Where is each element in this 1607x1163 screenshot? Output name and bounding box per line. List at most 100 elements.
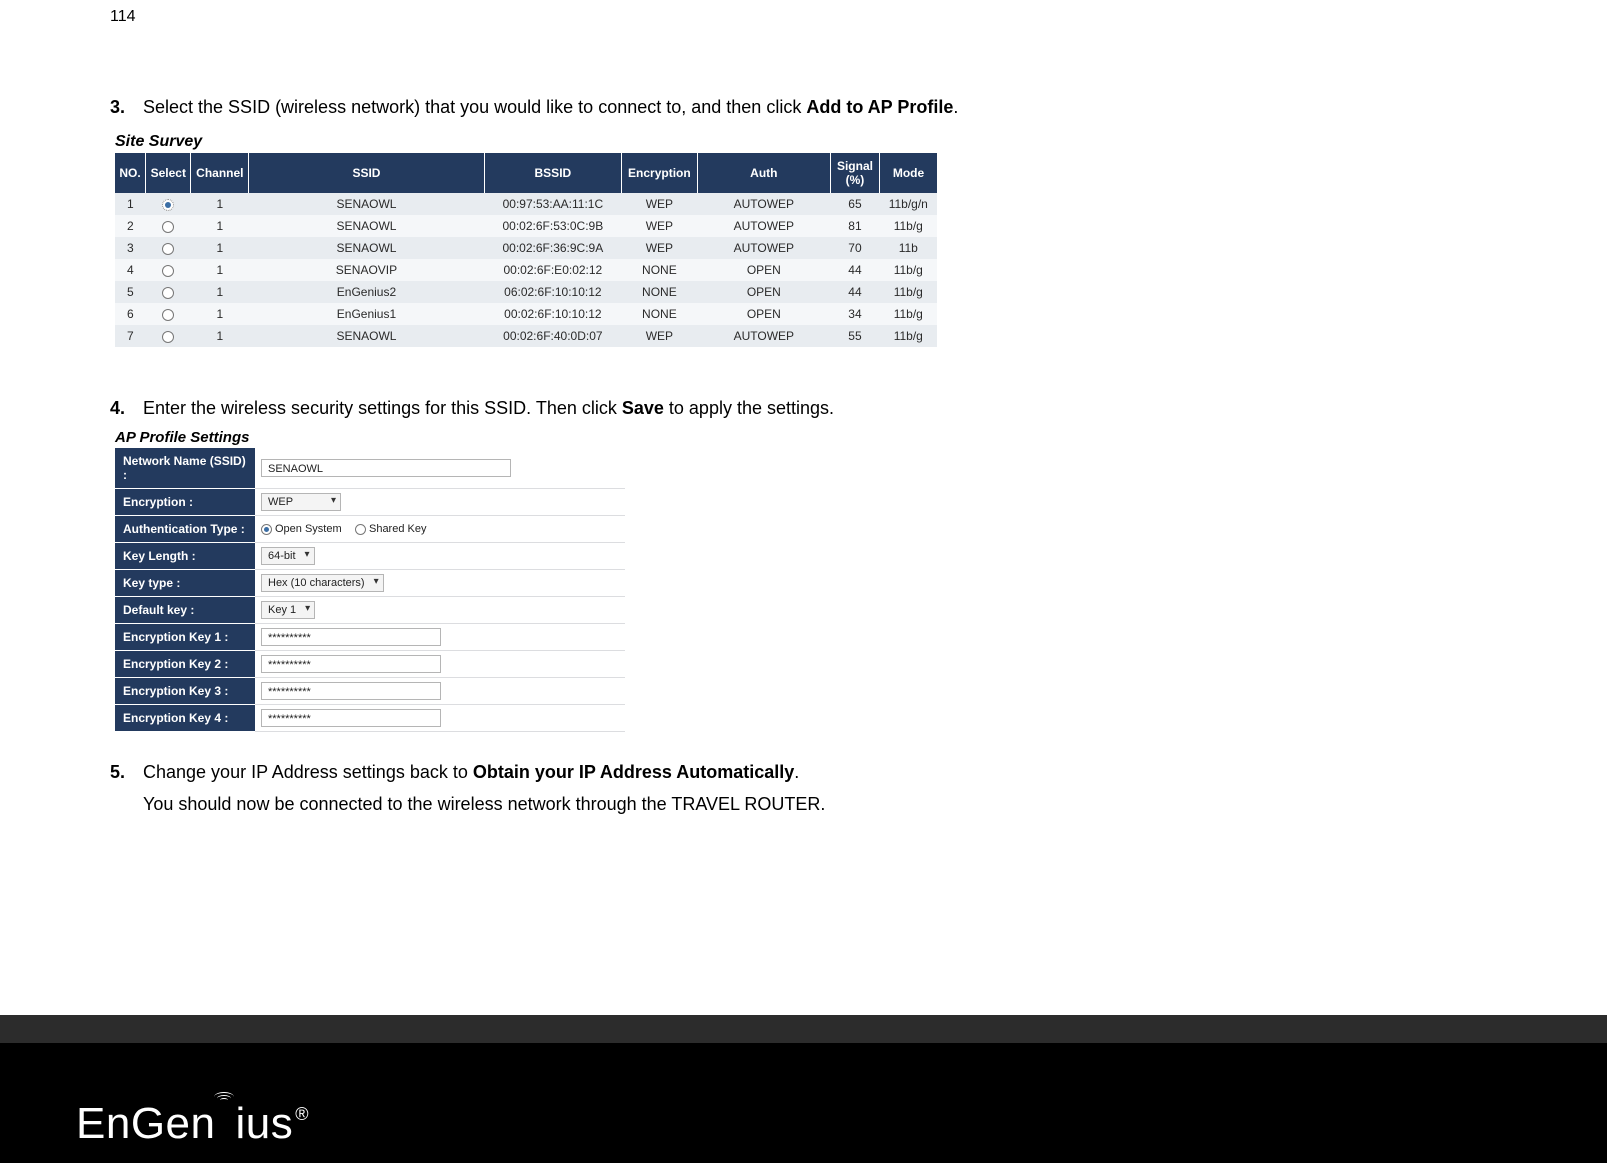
survey-header-ssid: SSID — [249, 153, 485, 193]
cell-ssid: SENAOWL — [249, 215, 485, 237]
cell-channel: 1 — [191, 281, 249, 303]
cell-no: 1 — [115, 193, 146, 215]
cell-bssid: 06:02:6F:10:10:12 — [484, 281, 621, 303]
step-4-text: Enter the wireless security settings for… — [143, 396, 834, 420]
survey-header-mode: Mode — [880, 153, 937, 193]
cell-no: 5 — [115, 281, 146, 303]
survey-header-select: Select — [146, 153, 191, 193]
auth-type-label: Authentication Type : — [115, 515, 255, 542]
cell-auth: AUTOWEP — [697, 193, 830, 215]
key1-label: Encryption Key 1 : — [115, 623, 255, 650]
cell-auth: OPEN — [697, 259, 830, 281]
table-row: 71SENAOWL00:02:6F:40:0D:07WEPAUTOWEP5511… — [115, 325, 937, 347]
cell-signal: 44 — [830, 281, 879, 303]
cell-channel: 1 — [191, 259, 249, 281]
keytype-label: Key type : — [115, 569, 255, 596]
cell-ssid: EnGenius2 — [249, 281, 485, 303]
cell-bssid: 00:02:6F:36:9C:9A — [484, 237, 621, 259]
cell-mode: 11b/g — [880, 259, 937, 281]
site-survey-title: Site Survey — [115, 133, 937, 151]
engenius-logo: EnGenius® — [76, 1099, 309, 1149]
ssid-input[interactable]: SENAOWL — [261, 459, 511, 477]
cell-no: 4 — [115, 259, 146, 281]
cell-channel: 1 — [191, 215, 249, 237]
site-survey-screenshot: Site Survey NO. Select Channel — [115, 133, 937, 374]
cell-bssid: 00:02:6F:E0:02:12 — [484, 259, 621, 281]
survey-header-channel: Channel — [191, 153, 249, 193]
select-radio[interactable] — [162, 221, 174, 233]
keylen-select[interactable]: 64-bit — [261, 547, 315, 565]
cell-mode: 11b — [880, 237, 937, 259]
footer: EnGenius® — [0, 1015, 1607, 1163]
cell-encryption: NONE — [621, 259, 697, 281]
table-row: 51EnGenius206:02:6F:10:10:12NONEOPEN4411… — [115, 281, 937, 303]
keytype-select[interactable]: Hex (10 characters) — [261, 574, 384, 592]
page-number: 114 — [110, 8, 136, 26]
survey-header-bssid: BSSID — [484, 153, 621, 193]
cell-mode: 11b/g — [880, 303, 937, 325]
select-radio[interactable] — [162, 331, 174, 343]
cell-channel: 1 — [191, 325, 249, 347]
table-row: 4 1SENAOVIP00:02:6F:E0:02:12NONEOPEN4411b… — [115, 259, 937, 281]
cell-auth: AUTOWEP — [697, 237, 830, 259]
cell-signal: 55 — [830, 325, 879, 347]
key3-label: Encryption Key 3 : — [115, 677, 255, 704]
ap-profile-table: Network Name (SSID) : SENAOWL Encryption… — [115, 448, 625, 732]
cell-signal: 34 — [830, 303, 879, 325]
cell-auth: OPEN — [697, 281, 830, 303]
select-radio[interactable] — [162, 265, 174, 277]
defaultkey-select[interactable]: Key 1 — [261, 601, 315, 619]
key4-input[interactable]: ********** — [261, 709, 441, 727]
cell-encryption: WEP — [621, 193, 697, 215]
cell-signal: 44 — [830, 259, 879, 281]
cell-bssid: 00:02:6F:10:10:12 — [484, 303, 621, 325]
step-4: 4. Enter the wireless security settings … — [110, 396, 1497, 420]
survey-header-auth: Auth — [697, 153, 830, 193]
cell-auth: AUTOWEP — [697, 215, 830, 237]
cell-channel: 1 — [191, 303, 249, 325]
cell-mode: 11b/g/n — [880, 193, 937, 215]
cell-auth: AUTOWEP — [697, 325, 830, 347]
select-radio[interactable] — [162, 309, 174, 321]
select-radio[interactable] — [162, 199, 174, 211]
step-3-number: 3. — [110, 97, 143, 118]
survey-header-no: NO. — [115, 153, 146, 193]
select-radio[interactable] — [162, 243, 174, 255]
step-3: 3. Select the SSID (wireless network) th… — [110, 95, 1497, 119]
step-5: 5. Change your IP Address settings back … — [110, 760, 1497, 784]
site-survey-table: NO. Select Channel SSID BSSID Encryption… — [115, 153, 937, 347]
key4-label: Encryption Key 4 : — [115, 704, 255, 731]
step-5-text: Change your IP Address settings back to … — [143, 760, 799, 784]
table-row: 61EnGenius100:02:6F:10:10:12NONEOPEN3411… — [115, 303, 937, 325]
auth-shared-radio[interactable] — [355, 524, 366, 535]
auth-open-radio[interactable] — [261, 524, 272, 535]
cell-bssid: 00:97:53:AA:11:1C — [484, 193, 621, 215]
cell-ssid: SENAOWL — [249, 325, 485, 347]
cell-encryption: WEP — [621, 237, 697, 259]
table-row: 21SENAOWL00:02:6F:53:0C:9BWEPAUTOWEP8111… — [115, 215, 937, 237]
select-radio[interactable] — [162, 287, 174, 299]
key2-input[interactable]: ********** — [261, 655, 441, 673]
table-row: 11SENAOWL00:97:53:AA:11:1CWEPAUTOWEP6511… — [115, 193, 937, 215]
defaultkey-label: Default key : — [115, 596, 255, 623]
auth-open-label: Open System — [275, 523, 342, 535]
cell-ssid: SENAOVIP — [249, 259, 485, 281]
cell-bssid: 00:02:6F:40:0D:07 — [484, 325, 621, 347]
key1-input[interactable]: ********** — [261, 628, 441, 646]
cell-signal: 70 — [830, 237, 879, 259]
cell-ssid: SENAOWL — [249, 193, 485, 215]
survey-header-encryption: Encryption — [621, 153, 697, 193]
cell-encryption: WEP — [621, 215, 697, 237]
encryption-select[interactable]: WEP — [261, 493, 341, 511]
cell-no: 2 — [115, 215, 146, 237]
ssid-label: Network Name (SSID) : — [115, 448, 255, 489]
table-row: 3 1SENAOWL00:02:6F:36:9C:9AWEPAUTOWEP7011… — [115, 237, 937, 259]
cell-signal: 65 — [830, 193, 879, 215]
key2-label: Encryption Key 2 : — [115, 650, 255, 677]
cell-no: 3 — [115, 237, 146, 259]
cell-channel: 1 — [191, 193, 249, 215]
key3-input[interactable]: ********** — [261, 682, 441, 700]
ap-profile-title: AP Profile Settings — [115, 429, 625, 446]
cell-channel: 1 — [191, 237, 249, 259]
cell-ssid: SENAOWL — [249, 237, 485, 259]
